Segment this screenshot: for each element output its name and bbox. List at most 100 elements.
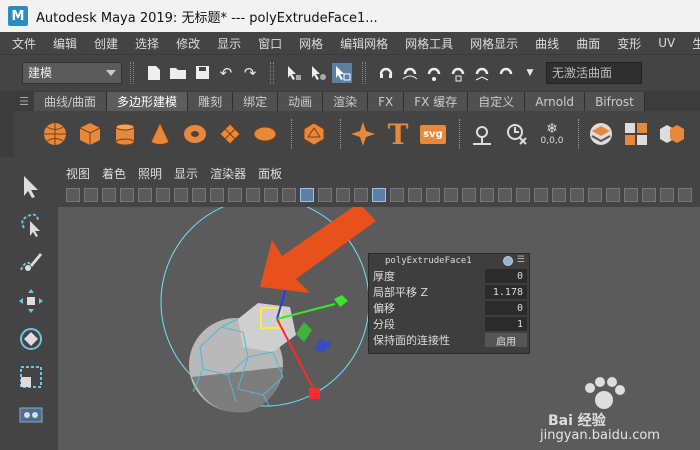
menu-deform[interactable]: 变形 bbox=[617, 35, 641, 52]
poly-cube-icon[interactable] bbox=[75, 119, 105, 149]
undo-icon[interactable]: ↶ bbox=[216, 63, 236, 83]
new-scene-icon[interactable] bbox=[144, 63, 164, 83]
camera-select-icon[interactable] bbox=[66, 188, 80, 202]
snap-point-icon[interactable] bbox=[424, 63, 444, 83]
menu-edit-mesh[interactable]: 编辑网格 bbox=[340, 35, 388, 52]
gamma-icon[interactable] bbox=[606, 188, 620, 202]
xray-icon[interactable] bbox=[534, 188, 548, 202]
select-tool-icon[interactable] bbox=[15, 171, 47, 203]
select-by-component-icon[interactable] bbox=[332, 62, 352, 83]
tab-custom[interactable]: 自定义 bbox=[468, 92, 526, 111]
color-management-icon[interactable] bbox=[624, 188, 638, 202]
resolution-gate-icon[interactable] bbox=[210, 188, 224, 202]
attr-local-translate-z-field[interactable]: 1.178 bbox=[485, 285, 527, 299]
poly-disc-icon[interactable] bbox=[250, 119, 280, 149]
snap-view-icon[interactable] bbox=[448, 63, 468, 83]
field-chart-icon[interactable] bbox=[246, 188, 260, 202]
grid-icon[interactable] bbox=[174, 188, 188, 202]
layout-four-icon[interactable] bbox=[678, 188, 692, 202]
snap-curve-icon[interactable] bbox=[400, 63, 420, 83]
safe-title-icon[interactable] bbox=[282, 188, 296, 202]
tab-animation[interactable]: 动画 bbox=[278, 92, 324, 111]
menu-modify[interactable]: 修改 bbox=[176, 35, 200, 52]
live-surface-caret-icon[interactable]: ▼ bbox=[520, 63, 540, 83]
snap-live-icon[interactable] bbox=[496, 63, 516, 83]
xray-active-icon[interactable] bbox=[552, 188, 566, 202]
menu-create[interactable]: 创建 bbox=[94, 35, 118, 52]
save-scene-icon[interactable] bbox=[192, 63, 212, 83]
move-tool-icon[interactable] bbox=[15, 285, 47, 317]
y-axis-handle[interactable] bbox=[334, 295, 348, 307]
poly-sphere-icon[interactable] bbox=[40, 119, 70, 149]
attr-keep-faces-together-toggle[interactable]: 启用 bbox=[485, 333, 527, 348]
anti-aliasing-icon[interactable] bbox=[480, 188, 494, 202]
xz-plane-handle[interactable] bbox=[314, 339, 332, 353]
poly-cylinder-icon[interactable] bbox=[110, 119, 140, 149]
menu-uv[interactable]: UV bbox=[658, 36, 675, 50]
menu-edit[interactable]: 编辑 bbox=[53, 35, 77, 52]
bookmarks-icon[interactable] bbox=[102, 188, 116, 202]
select-by-hierarchy-icon[interactable] bbox=[284, 63, 304, 83]
combine-icon[interactable] bbox=[586, 119, 616, 149]
separate-icon[interactable] bbox=[621, 119, 651, 149]
tab-arnold[interactable]: Arnold bbox=[525, 92, 586, 111]
type-tool-icon[interactable]: T bbox=[383, 118, 413, 151]
menu-select[interactable]: 选择 bbox=[135, 35, 159, 52]
poly-plane-icon[interactable] bbox=[215, 119, 245, 149]
live-surface-field[interactable]: 无激活曲面 bbox=[546, 61, 642, 84]
menu-display[interactable]: 显示 bbox=[217, 35, 241, 52]
tab-rendering[interactable]: 渲染 bbox=[323, 92, 369, 111]
shelf-menu-icon[interactable]: ☰ bbox=[14, 91, 34, 111]
editor-pin-icon[interactable] bbox=[503, 256, 513, 266]
image-plane-icon[interactable] bbox=[120, 188, 134, 202]
shaded-wireframe-icon[interactable] bbox=[354, 188, 368, 202]
menu-generate[interactable]: 生成 bbox=[692, 35, 700, 52]
tab-sculpting[interactable]: 雕刻 bbox=[188, 92, 234, 111]
extract-icon[interactable] bbox=[656, 119, 686, 149]
tab-bifrost[interactable]: Bifrost bbox=[585, 92, 645, 111]
editor-menu-icon[interactable]: ☰ bbox=[517, 255, 525, 265]
rotate-tool-icon[interactable] bbox=[15, 323, 47, 355]
select-by-object-icon[interactable] bbox=[308, 63, 328, 83]
svg-tool-icon[interactable]: svg bbox=[418, 119, 448, 149]
default-material-icon[interactable] bbox=[336, 188, 350, 202]
film-gate-icon[interactable] bbox=[192, 188, 206, 202]
menu-set-dropdown[interactable]: 建模 bbox=[22, 61, 122, 84]
isolate-select-icon[interactable] bbox=[516, 188, 530, 202]
panel-menu-shading[interactable]: 着色 bbox=[102, 165, 126, 182]
camera-attributes-icon[interactable] bbox=[84, 188, 98, 202]
yz-plane-handle[interactable] bbox=[296, 322, 312, 342]
xray-joints-icon[interactable] bbox=[570, 188, 584, 202]
poly-torus-icon[interactable] bbox=[180, 119, 210, 149]
exposure-icon[interactable] bbox=[588, 188, 602, 202]
gate-mask-icon[interactable] bbox=[228, 188, 242, 202]
snap-surface-icon[interactable] bbox=[472, 63, 492, 83]
lasso-tool-icon[interactable] bbox=[15, 209, 47, 241]
redo-icon[interactable]: ↷ bbox=[240, 63, 260, 83]
extruded-mesh[interactable] bbox=[189, 303, 296, 413]
poly-cone-icon[interactable] bbox=[145, 119, 175, 149]
use-all-lights-icon[interactable] bbox=[408, 188, 422, 202]
2d-pan-zoom-icon[interactable] bbox=[138, 188, 152, 202]
motion-blur-icon[interactable] bbox=[462, 188, 476, 202]
mesh-sequence-icon[interactable] bbox=[467, 119, 497, 149]
shadows-icon[interactable] bbox=[426, 188, 440, 202]
menu-file[interactable]: 文件 bbox=[12, 35, 36, 52]
tab-curves-surfaces[interactable]: 曲线/曲面 bbox=[34, 92, 108, 111]
attr-thickness-field[interactable]: 0 bbox=[485, 269, 527, 283]
smooth-shade-icon[interactable] bbox=[318, 188, 332, 202]
textured-icon[interactable] bbox=[390, 188, 404, 202]
menu-mesh-tools[interactable]: 网格工具 bbox=[405, 35, 453, 52]
menu-curves[interactable]: 曲线 bbox=[535, 35, 559, 52]
tab-rigging[interactable]: 绑定 bbox=[233, 92, 279, 111]
panel-menu-panels[interactable]: 面板 bbox=[258, 165, 282, 182]
open-scene-icon[interactable] bbox=[168, 63, 188, 83]
particle-icon[interactable]: ❄ 0,0,0 bbox=[537, 119, 567, 149]
depth-of-field-icon[interactable] bbox=[498, 188, 512, 202]
attr-offset-field[interactable]: 0 bbox=[485, 301, 527, 315]
panel-menu-view[interactable]: 视图 bbox=[66, 165, 90, 182]
menu-mesh[interactable]: 网格 bbox=[299, 35, 323, 52]
tab-fx-caching[interactable]: FX 缓存 bbox=[404, 92, 469, 111]
panel-menu-lighting[interactable]: 照明 bbox=[138, 165, 162, 182]
attr-divisions-field[interactable]: 1 bbox=[485, 317, 527, 331]
